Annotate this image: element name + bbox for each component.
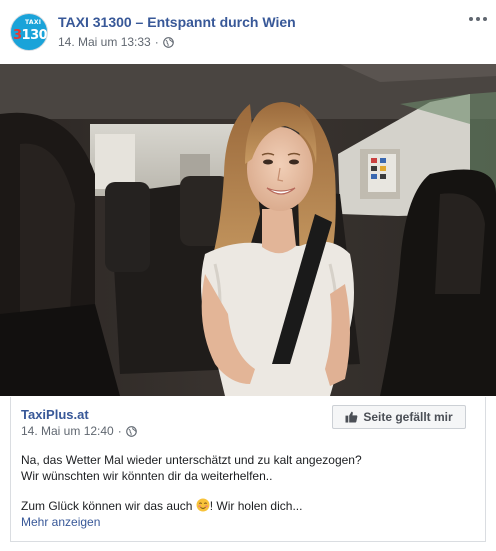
post-photo[interactable] xyxy=(0,64,496,396)
globe-icon[interactable] xyxy=(162,36,174,48)
shared-page-name-link[interactable]: TaxiPlus.at xyxy=(21,407,89,422)
blush-emoji-icon xyxy=(196,498,210,512)
window-sticker xyxy=(368,154,396,192)
post-meta: 14. Mai um 13:33 · xyxy=(58,35,174,49)
text-line: Wir wünschten wir könnten dir da weiterh… xyxy=(21,469,273,483)
meta-separator: · xyxy=(154,35,159,49)
more-options-button[interactable] xyxy=(468,12,488,26)
text-line: Na, das Wetter Mal wieder unterschätzt u… xyxy=(21,453,362,467)
thumbs-up-icon xyxy=(345,411,358,423)
photo-taxi-passenger xyxy=(0,64,496,396)
shared-post-meta: 14. Mai um 12:40 · xyxy=(21,424,137,438)
avatar-logo-number: 31300 xyxy=(13,28,48,43)
globe-icon[interactable] xyxy=(125,425,137,437)
page-avatar[interactable]: TAXI 31300 xyxy=(10,13,48,51)
page-name-link[interactable]: TAXI 31300 – Entspannt durch Wien xyxy=(58,14,296,30)
meta-separator: · xyxy=(117,424,122,438)
post-header: TAXI 31300 TAXI 31300 – Entspannt durch … xyxy=(0,0,496,64)
shared-post-timestamp[interactable]: 14. Mai um 12:40 xyxy=(21,424,114,438)
shared-post-text: Na, das Wetter Mal wieder unterschätzt u… xyxy=(21,452,461,530)
see-more-link[interactable]: Mehr anzeigen xyxy=(21,514,461,530)
like-page-button[interactable]: Seite gefällt mir xyxy=(332,405,466,429)
text-line: Zum Glück können wir das auch ! Wir hole… xyxy=(21,498,303,513)
shared-post: TaxiPlus.at 14. Mai um 12:40 · Seite gef… xyxy=(10,397,486,542)
post-timestamp[interactable]: 14. Mai um 13:33 xyxy=(58,35,151,49)
avatar-logo-word: TAXI xyxy=(25,19,42,26)
ellipsis-icon xyxy=(469,17,473,21)
like-page-label: Seite gefällt mir xyxy=(363,410,453,424)
